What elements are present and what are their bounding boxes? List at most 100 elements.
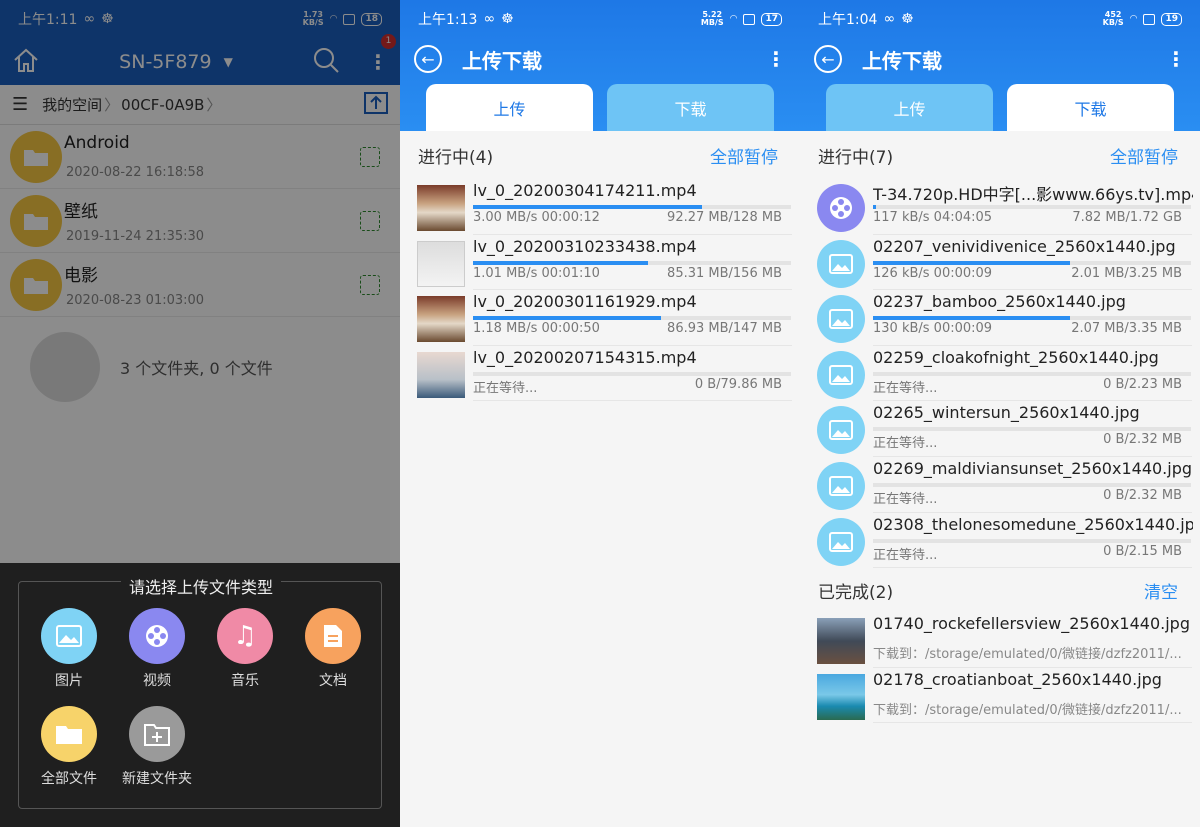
progress-bar <box>873 205 1191 209</box>
file-name: lv_0_20200310233438.mp4 <box>473 236 697 256</box>
transfer-status: 1.01 MB/s 00:01:10 <box>473 265 600 281</box>
page-title: 上传下载 <box>862 48 942 73</box>
transfer-list: T-34.720p.HD中字[...影www.66ys.tv].mp4 117 k… <box>800 179 1200 569</box>
file-name: 01740_rockefellersview_2560x1440.jpg <box>873 614 1190 634</box>
pause-all-button[interactable]: 全部暂停 <box>710 143 778 168</box>
app-bar: 上午1:13 ∞ ☸ 5.22 MB/S ◠ 17 ← 上传下载 ⋮ 上传 下载 <box>400 0 800 131</box>
transfer-size: 2.01 MB/3.25 MB <box>1071 265 1182 281</box>
wifi-icon: ◠ <box>729 14 738 24</box>
progress-bar <box>873 482 1191 487</box>
section-header: 进行中(4) 全部暂停 <box>400 131 800 179</box>
status-time: 上午1:04 <box>818 12 878 28</box>
transfer-item[interactable]: lv_0_20200310233438.mp4 1.01 MB/s 00:01:1… <box>400 235 800 291</box>
tab-upload[interactable]: 上传 <box>826 84 993 131</box>
page-title: 上传下载 <box>462 48 542 73</box>
transfer-status: 正在等待... <box>873 436 938 452</box>
divider <box>873 722 1192 724</box>
transfer-item[interactable]: 02265_wintersun_2560x1440.jpg 正在等待... 0 B/… <box>800 401 1200 457</box>
transfer-item[interactable]: lv_0_20200207154315.mp4 正在等待... 0 B/79.86 … <box>400 346 800 402</box>
transfer-item[interactable]: 02207_venividivenice_2560x1440.jpg 126 kB… <box>800 235 1200 291</box>
transfer-item[interactable]: lv_0_20200301161929.mp4 1.18 MB/s 00:00:5… <box>400 290 800 346</box>
file-name: 02178_croatianboat_2560x1440.jpg <box>873 669 1162 689</box>
transfer-item[interactable]: 02259_cloakofnight_2560x1440.jpg 正在等待... 0… <box>800 346 1200 402</box>
progress-bar <box>473 260 791 265</box>
upload-panel: 上午1:13 ∞ ☸ 5.22 MB/S ◠ 17 ← 上传下载 ⋮ 上传 下载 进行中(… <box>400 0 800 827</box>
transfer-list: lv_0_20200304174211.mp4 3.00 MB/s 00:00:1… <box>400 179 800 402</box>
image-thumbnail <box>817 618 865 665</box>
transfer-status: 117 kB/s 04:04:05 <box>873 210 993 225</box>
section-header: 进行中(7) 全部暂停 <box>800 131 1200 179</box>
video-thumbnail <box>417 351 465 398</box>
image-icon <box>41 608 97 664</box>
file-name: 02265_wintersun_2560x1440.jpg <box>873 403 1140 423</box>
video-thumbnail <box>417 296 465 343</box>
video-thumbnail <box>417 185 465 231</box>
type-music-button[interactable]: ♫ 音乐 <box>201 608 289 690</box>
file-browser-panel: 上午1:11 ∞ ☸ 1.73 KB/S ◠ 18 SN-5F879 ▼ ⋮ 1 ☰ 我的空… <box>0 0 400 827</box>
pause-all-button[interactable]: 全部暂停 <box>1110 143 1178 168</box>
transfer-size: 86.93 MB/147 MB <box>667 321 782 337</box>
transfer-item[interactable]: 02269_maldiviansunset_2560x1440.jpg 正在等待.… <box>800 457 1200 513</box>
completed-list: 01740_rockefellersview_2560x1440.jpg 下载到：… <box>800 612 1200 724</box>
net-speed: 5.22 MB/S <box>700 10 724 27</box>
file-name: 02207_venividivenice_2560x1440.jpg <box>873 236 1176 256</box>
document-icon <box>305 608 361 664</box>
more-icon[interactable]: ⋮ <box>766 49 786 69</box>
file-name: 02269_maldiviansunset_2560x1440.jpg <box>873 458 1193 478</box>
transfer-status: 正在等待... <box>473 380 538 396</box>
divider <box>473 400 792 402</box>
video-icon <box>129 608 185 664</box>
tab-download[interactable]: 下载 <box>607 84 774 131</box>
tab-upload[interactable]: 上传 <box>426 84 593 131</box>
done-section-header: 已完成(2) 清空 <box>800 568 1200 612</box>
clear-button[interactable]: 清空 <box>1144 578 1178 603</box>
completed-item[interactable]: 01740_rockefellersview_2560x1440.jpg 下载到：… <box>800 612 1200 668</box>
back-icon[interactable]: ← <box>814 45 842 73</box>
type-video-button[interactable]: 视频 <box>113 608 201 690</box>
status-time: 上午1:13 <box>418 12 478 28</box>
progress-fill <box>873 260 1071 265</box>
screen-icon <box>743 13 756 25</box>
transfer-status: 3.00 MB/s 00:00:12 <box>473 210 600 225</box>
type-new-folder-button[interactable]: 新建文件夹 <box>113 706 201 788</box>
transfer-size: 0 B/2.32 MB <box>1103 487 1182 503</box>
type-document-button[interactable]: 文档 <box>289 608 377 690</box>
file-name: 02308_thelonesomedune_2560x1440.jpg <box>873 514 1193 534</box>
progress-bar <box>473 316 791 321</box>
progress-fill <box>873 205 877 209</box>
back-icon[interactable]: ← <box>414 45 442 73</box>
download-path: 下载到：/storage/emulated/0/微链接/dzfz2011/... <box>873 702 1182 718</box>
transfer-item[interactable]: 02308_thelonesomedune_2560x1440.jpg 正在等待.… <box>800 513 1200 569</box>
sheet-title: 请选择上传文件类型 <box>120 578 281 597</box>
folder-icon <box>41 706 97 762</box>
divider <box>873 567 1192 569</box>
section-title: 进行中(4) <box>418 147 494 168</box>
transfer-item[interactable]: lv_0_20200304174211.mp4 3.00 MB/s 00:00:1… <box>400 179 800 235</box>
transfer-item[interactable]: 02237_bamboo_2560x1440.jpg 130 kB/s 00:00… <box>800 290 1200 346</box>
sync-icon: ☸ <box>501 11 514 27</box>
transfer-status: 正在等待... <box>873 491 938 507</box>
image-file-icon <box>817 295 865 344</box>
status-bar: 上午1:04 ∞ ☸ 452 KB/S ◠ 19 <box>800 0 1200 38</box>
transfer-status: 1.18 MB/s 00:00:50 <box>473 321 600 337</box>
transfer-item[interactable]: T-34.720p.HD中字[...影www.66ys.tv].mp4 117 k… <box>800 179 1200 235</box>
download-panel: 上午1:04 ∞ ☸ 452 KB/S ◠ 19 ← 上传下载 ⋮ 上传 下载 进行中(7… <box>800 0 1200 827</box>
file-name: lv_0_20200301161929.mp4 <box>473 292 697 312</box>
transfer-size: 0 B/2.23 MB <box>1103 376 1182 392</box>
type-all-files-button[interactable]: 全部文件 <box>25 706 113 788</box>
video-thumbnail <box>417 240 465 287</box>
more-icon[interactable]: ⋮ <box>1166 49 1186 69</box>
transfer-size: 7.82 MB/1.72 GB <box>1072 210 1182 225</box>
progress-fill <box>473 260 648 265</box>
transfer-size: 2.07 MB/3.35 MB <box>1071 321 1182 337</box>
transfer-size: 0 B/2.15 MB <box>1103 543 1182 559</box>
wifi-icon: ◠ <box>1129 14 1138 24</box>
download-path: 下载到：/storage/emulated/0/微链接/dzfz2011/... <box>873 647 1182 663</box>
type-image-button[interactable]: 图片 <box>25 608 113 690</box>
new-folder-icon <box>129 706 185 762</box>
section-title: 进行中(7) <box>818 147 894 168</box>
tab-download[interactable]: 下载 <box>1007 84 1174 131</box>
dim-overlay[interactable] <box>0 0 400 563</box>
completed-item[interactable]: 02178_croatianboat_2560x1440.jpg 下载到：/sto… <box>800 668 1200 724</box>
file-name: 02259_cloakofnight_2560x1440.jpg <box>873 347 1159 367</box>
